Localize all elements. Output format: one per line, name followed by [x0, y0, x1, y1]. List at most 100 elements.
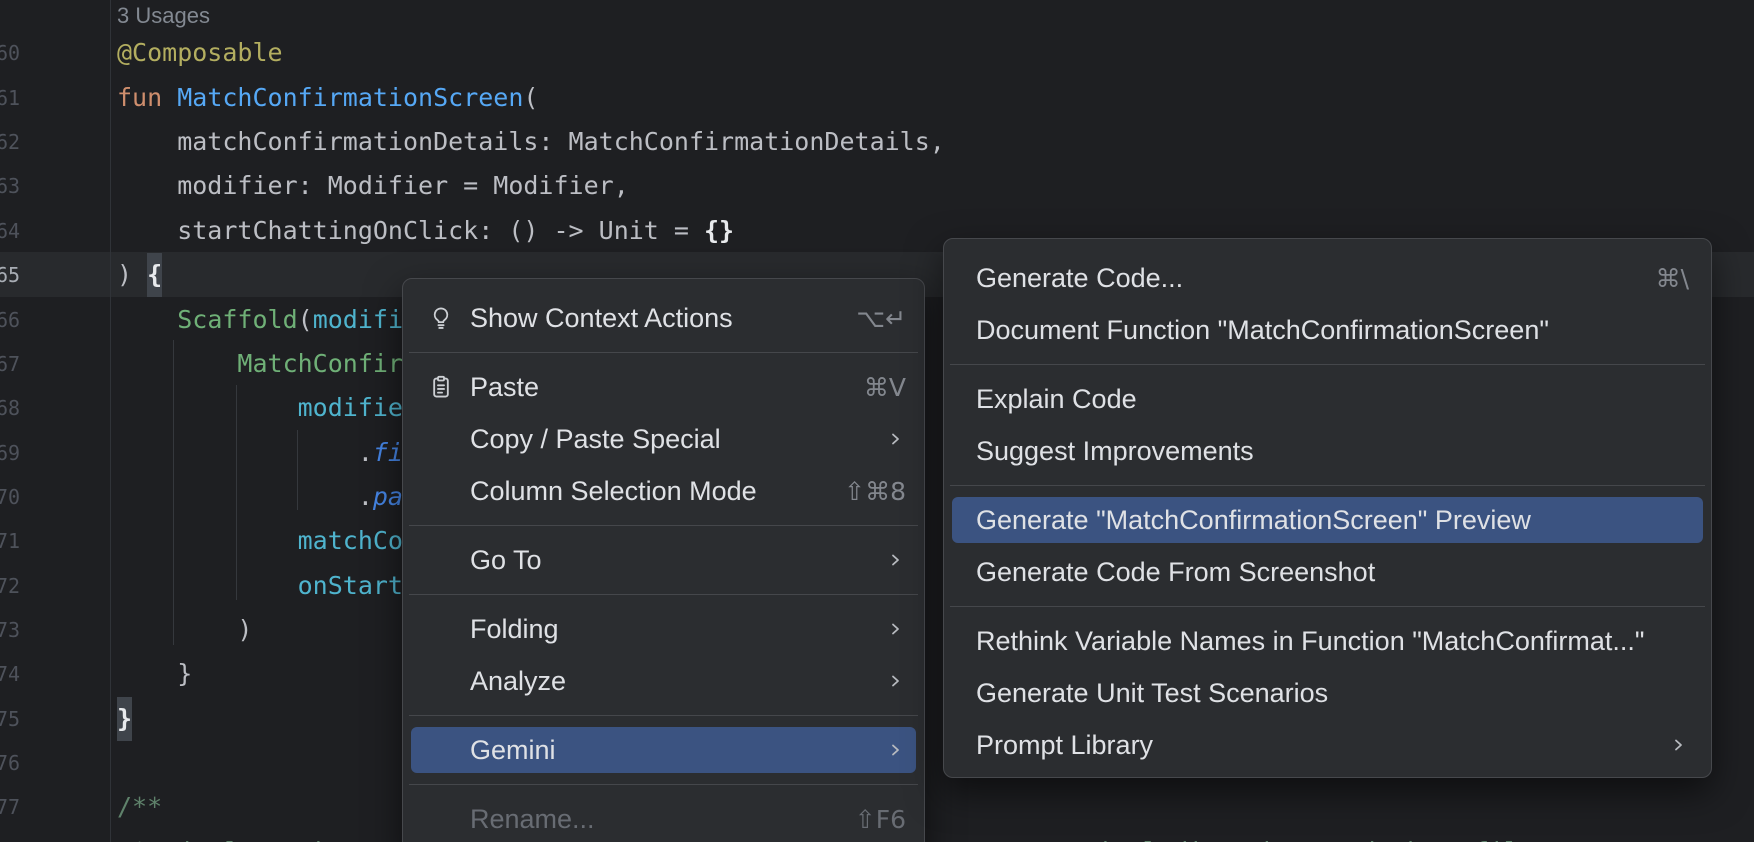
- code-segment: modifier: [298, 393, 418, 422]
- menu-item-generate-unit-test-scenarios[interactable]: Generate Unit Test Scenarios: [952, 667, 1703, 719]
- code-segment: }: [117, 659, 192, 688]
- code-segment: [117, 571, 298, 600]
- chevron-right-icon: [886, 614, 906, 645]
- icon-spacer: [428, 806, 454, 832]
- menu-item-rename[interactable]: Rename...⇧F6: [411, 793, 916, 842]
- code-line-73[interactable]: ): [117, 608, 252, 652]
- menu-item-label: Column Selection Mode: [470, 476, 757, 507]
- code-segment: [117, 393, 298, 422]
- chevron-right-icon: [1669, 730, 1689, 761]
- menu-item-analyze[interactable]: Analyze: [411, 655, 916, 707]
- gutter-line-number[interactable]: 68: [0, 386, 56, 430]
- gutter-line-number[interactable]: 78: [0, 830, 56, 842]
- code-line-60[interactable]: @Composable: [117, 31, 283, 75]
- code-segment: matchConfirmationDetails: MatchConfirmat…: [117, 127, 945, 156]
- menu-item-prompt-library[interactable]: Prompt Library: [952, 719, 1703, 771]
- code-line-78[interactable]: * Displays the ma: [117, 830, 388, 842]
- menu-item-label: Paste: [470, 372, 539, 403]
- menu-item-label: Generate Unit Test Scenarios: [976, 678, 1328, 709]
- menu-item-show-context-actions[interactable]: Show Context Actions ⌥↵: [411, 292, 916, 344]
- gutter-line-number[interactable]: 72: [0, 564, 56, 608]
- chevron-right-icon: [886, 666, 906, 697]
- menu-item-generate-matchconfirmationscreen-preview[interactable]: Generate "MatchConfirmationScreen" Previ…: [952, 497, 1703, 543]
- menu-item-go-to[interactable]: Go To: [411, 534, 916, 586]
- code-line-65[interactable]: ) {: [117, 253, 162, 297]
- menu-item-label: Generate "MatchConfirmationScreen" Previ…: [976, 505, 1531, 536]
- menu-separator: [950, 606, 1705, 607]
- code-line-62[interactable]: matchConfirmationDetails: MatchConfirmat…: [117, 120, 945, 164]
- menu-item-gemini[interactable]: Gemini: [411, 727, 916, 773]
- gutter-line-number[interactable]: 66: [0, 298, 56, 342]
- chevron-right-icon: [886, 424, 906, 455]
- menu-item-folding[interactable]: Folding: [411, 603, 916, 655]
- menu-separator: [409, 352, 918, 353]
- menu-item-column-selection-mode[interactable]: Column Selection Mode⇧⌘8: [411, 465, 916, 517]
- code-segment: {}: [704, 216, 734, 245]
- gutter-line-number[interactable]: 75: [0, 697, 56, 741]
- icon-spacer: [428, 547, 454, 573]
- menu-item-generate-code-from-screenshot[interactable]: Generate Code From Screenshot: [952, 546, 1703, 598]
- code-segment: /**: [117, 792, 162, 821]
- code-line-74[interactable]: }: [117, 652, 192, 696]
- code-line-77[interactable]: /**: [117, 785, 162, 829]
- menu-item-explain-code[interactable]: Explain Code: [952, 373, 1703, 425]
- code-line-64[interactable]: startChattingOnClick: () -> Unit = {}: [117, 209, 734, 253]
- code-editor-screen: 3 Usages 60 @Composable 61 fun MatchConfirm…: [0, 0, 1754, 842]
- code-line-67[interactable]: MatchConfirma: [117, 342, 433, 386]
- menu-item-label: Rename...: [470, 804, 595, 835]
- code-segment: [117, 305, 177, 334]
- code-comment-fragment: n screen, including the matched profiles: [945, 830, 1547, 842]
- gutter-line-number[interactable]: 65: [0, 253, 56, 297]
- gutter-line-number[interactable]: 69: [0, 431, 56, 475]
- clipboard-icon: [428, 374, 454, 400]
- icon-spacer: [428, 668, 454, 694]
- gutter-line-number[interactable]: 73: [0, 608, 56, 652]
- gutter-line-number[interactable]: 62: [0, 120, 56, 164]
- code-segment: .: [117, 482, 373, 511]
- menu-item-document-function-matchconfirmationscreen[interactable]: Document Function "MatchConfirmationScre…: [952, 304, 1703, 356]
- gutter-line-number[interactable]: 76: [0, 741, 56, 785]
- menu-item-label: Show Context Actions: [470, 303, 733, 334]
- gemini-submenu: Generate Code...⌘\ Document Function "Mat…: [943, 238, 1712, 778]
- lightbulb-icon: [428, 305, 454, 331]
- usages-inlay-hint[interactable]: 3 Usages: [117, 0, 210, 31]
- code-line-75[interactable]: }: [117, 697, 132, 741]
- menu-separator: [409, 594, 918, 595]
- menu-item-rethink-variable-names-in-function-matchconfirmat[interactable]: Rethink Variable Names in Function "Matc…: [952, 615, 1703, 667]
- gutter-line-number[interactable]: 63: [0, 164, 56, 208]
- code-segment: .: [117, 438, 373, 467]
- code-segment: * Displays the ma: [117, 837, 388, 842]
- code-segment: ): [117, 615, 252, 644]
- menu-separator: [409, 784, 918, 785]
- code-segment: ): [117, 260, 147, 289]
- menu-item-shortcut: ⌥↵: [856, 304, 906, 333]
- code-line-66[interactable]: Scaffold(modifier: [117, 298, 433, 342]
- code-line-63[interactable]: modifier: Modifier = Modifier,: [117, 164, 629, 208]
- icon-spacer: [428, 737, 454, 763]
- gutter-line-number[interactable]: 64: [0, 209, 56, 253]
- menu-item-label: Generate Code From Screenshot: [976, 557, 1375, 588]
- menu-item-paste[interactable]: Paste ⌘V: [411, 361, 916, 413]
- code-segment: [117, 526, 298, 555]
- menu-item-generate-code[interactable]: Generate Code...⌘\: [952, 252, 1703, 304]
- menu-item-label: Gemini: [470, 735, 556, 766]
- menu-item-copy-paste-special[interactable]: Copy / Paste Special: [411, 413, 916, 465]
- gutter-line-number[interactable]: 67: [0, 342, 56, 386]
- menu-item-label: Document Function "MatchConfirmationScre…: [976, 315, 1549, 346]
- gutter-line-number[interactable]: 61: [0, 76, 56, 120]
- gutter-line-number[interactable]: 77: [0, 785, 56, 829]
- menu-item-label: Suggest Improvements: [976, 436, 1254, 467]
- code-segment: fun: [117, 83, 177, 112]
- code-segment: }: [117, 697, 132, 741]
- gutter-line-number[interactable]: 71: [0, 519, 56, 563]
- menu-item-suggest-improvements[interactable]: Suggest Improvements: [952, 425, 1703, 477]
- code-segment: @Composable: [117, 38, 283, 67]
- code-line-68[interactable]: modifier: [117, 386, 418, 430]
- menu-item-shortcut: ⌘V: [864, 373, 906, 402]
- code-line-72[interactable]: onStartCha: [117, 564, 448, 608]
- code-line-61[interactable]: fun MatchConfirmationScreen(: [117, 76, 538, 120]
- gutter-line-number[interactable]: 60: [0, 31, 56, 75]
- gutter-line-number[interactable]: 70: [0, 475, 56, 519]
- gutter-line-number[interactable]: 74: [0, 652, 56, 696]
- code-segment: (: [523, 83, 538, 112]
